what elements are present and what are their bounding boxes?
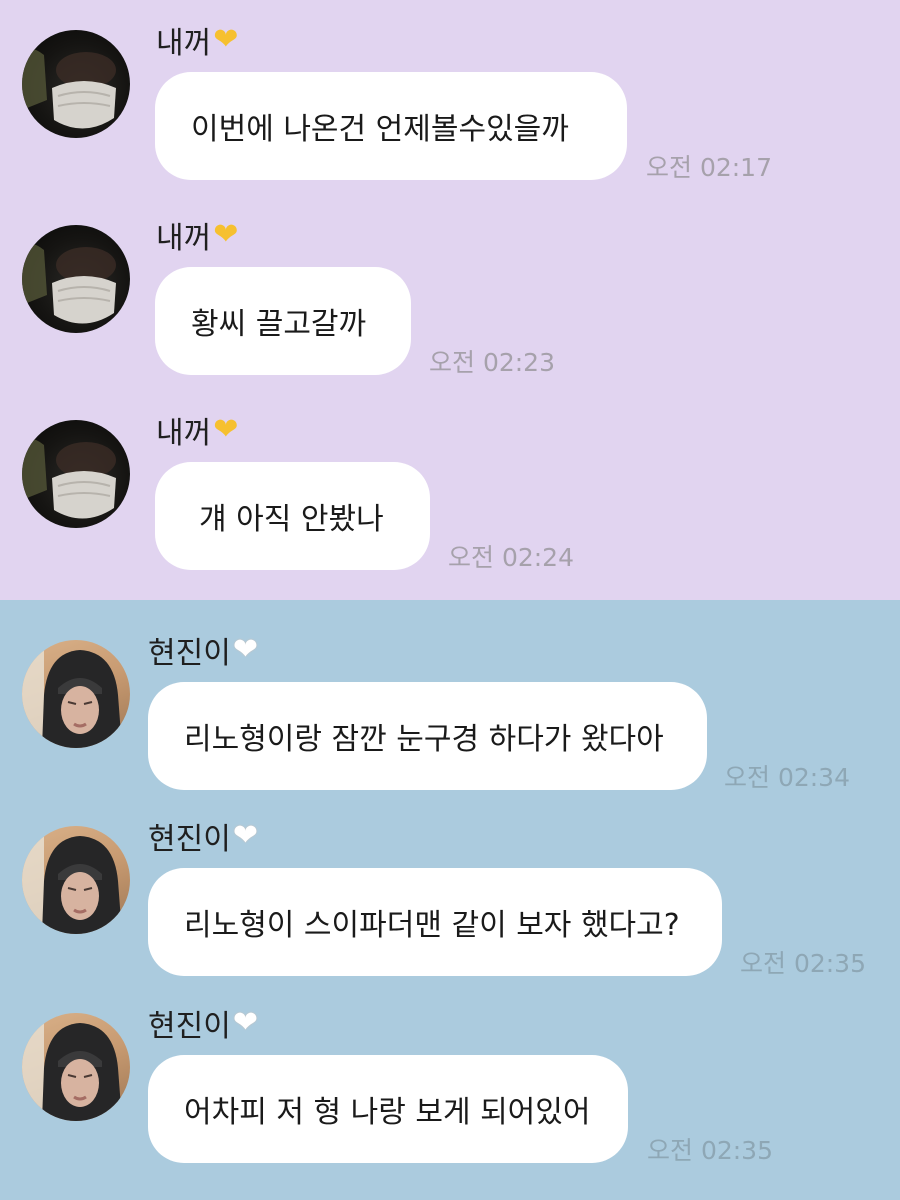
- message-timestamp: 오전 02:24: [448, 543, 574, 572]
- avatar-image: [22, 48, 116, 129]
- sender-name: 내꺼 ❤: [156, 213, 238, 257]
- sender-name: 내꺼 ❤: [156, 408, 238, 452]
- message-timestamp: 오전 02:23: [429, 348, 555, 377]
- white-heart-icon: ❤: [232, 1005, 258, 1040]
- yellow-heart-icon: ❤: [213, 217, 239, 252]
- sender-name: 현진이 ❤: [148, 814, 258, 858]
- chat-message: 현진이 ❤ 리노형이 스이파더맨 같이 보자 했다고? 오전 02:35: [0, 796, 900, 986]
- chat-section-bottom: 현진이 ❤ 리노형이랑 잠깐 눈구경 하다가 왔다아 오전 02:34 현진이 …: [0, 600, 900, 1200]
- sender-name-text: 현진이: [148, 1009, 231, 1044]
- message-bubble[interactable]: 이번에 나온건 언제볼수있을까: [155, 72, 627, 180]
- chat-message: 현진이 ❤ 어차피 저 형 나랑 보게 되어있어 오전 02:35: [0, 983, 900, 1173]
- message-text: 이번에 나온건 언제볼수있을까: [191, 112, 569, 147]
- avatar-image: [22, 826, 122, 934]
- chat-message: 현진이 ❤ 리노형이랑 잠깐 눈구경 하다가 왔다아 오전 02:34: [0, 610, 900, 800]
- avatar-image: [22, 640, 122, 748]
- message-bubble[interactable]: 걔 아직 안봤나: [155, 462, 430, 570]
- message-bubble[interactable]: 황씨 끌고갈까: [155, 267, 411, 375]
- avatar-image: [22, 243, 116, 324]
- avatar[interactable]: [22, 1013, 130, 1121]
- chat-message: 내꺼 ❤ 걔 아직 안봤나 오전 02:24: [0, 390, 900, 580]
- sender-name-text: 현진이: [148, 636, 231, 671]
- chat-message: 내꺼 ❤ 황씨 끌고갈까 오전 02:23: [0, 195, 900, 385]
- message-timestamp: 오전 02:34: [724, 763, 850, 792]
- message-timestamp: 오전 02:17: [646, 153, 772, 182]
- message-text: 리노형이 스이파더맨 같이 보자 했다고?: [184, 908, 680, 943]
- yellow-heart-icon: ❤: [213, 22, 239, 57]
- message-text: 어차피 저 형 나랑 보게 되어있어: [184, 1095, 591, 1130]
- sender-name: 현진이 ❤: [148, 1001, 258, 1045]
- white-heart-icon: ❤: [232, 632, 258, 667]
- message-timestamp: 오전 02:35: [647, 1136, 773, 1165]
- avatar[interactable]: [22, 826, 130, 934]
- message-bubble[interactable]: 리노형이 스이파더맨 같이 보자 했다고?: [148, 868, 722, 976]
- sender-name-text: 현진이: [148, 822, 231, 857]
- white-heart-icon: ❤: [232, 818, 258, 853]
- message-text: 황씨 끌고갈까: [191, 307, 367, 342]
- message-bubble[interactable]: 어차피 저 형 나랑 보게 되어있어: [148, 1055, 628, 1163]
- sender-name: 내꺼 ❤: [156, 18, 238, 62]
- sender-name: 현진이 ❤: [148, 628, 258, 672]
- chat-section-top: 내꺼 ❤ 이번에 나온건 언제볼수있을까 오전 02:17 내꺼 ❤ 황씨 끌고…: [0, 0, 900, 600]
- message-bubble[interactable]: 리노형이랑 잠깐 눈구경 하다가 왔다아: [148, 682, 707, 790]
- yellow-heart-icon: ❤: [213, 412, 239, 447]
- sender-name-text: 내꺼: [156, 221, 212, 256]
- avatar-image: [22, 1013, 122, 1121]
- sender-name-text: 내꺼: [156, 416, 212, 451]
- avatar[interactable]: [22, 640, 130, 748]
- message-timestamp: 오전 02:35: [740, 949, 866, 978]
- avatar[interactable]: [22, 420, 130, 528]
- avatar-image: [22, 438, 116, 519]
- avatar[interactable]: [22, 225, 130, 333]
- chat-message: 내꺼 ❤ 이번에 나온건 언제볼수있을까 오전 02:17: [0, 0, 900, 190]
- message-text: 리노형이랑 잠깐 눈구경 하다가 왔다아: [184, 722, 664, 757]
- message-text: 걔 아직 안봤나: [199, 502, 384, 537]
- sender-name-text: 내꺼: [156, 26, 212, 61]
- avatar[interactable]: [22, 30, 130, 138]
